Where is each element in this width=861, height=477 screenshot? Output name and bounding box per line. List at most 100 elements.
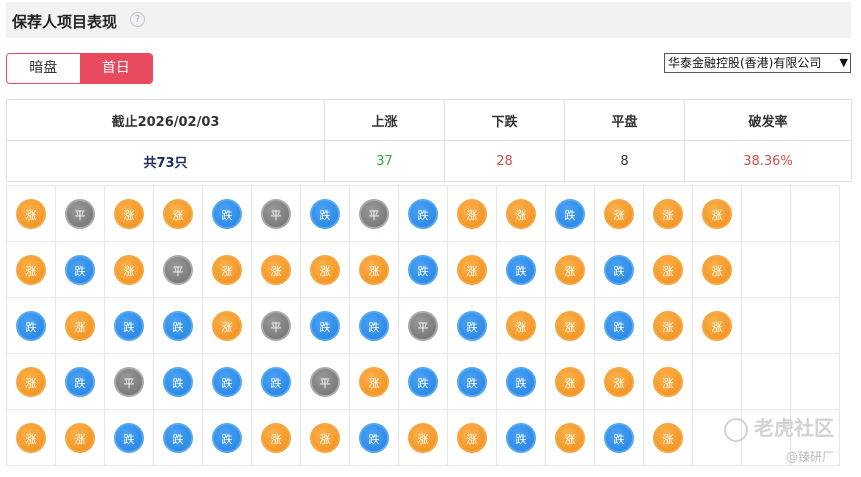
- result-coin-down-icon[interactable]: 跌: [310, 198, 340, 229]
- grid-cell: 跌: [153, 409, 203, 466]
- result-coin-down-icon[interactable]: 跌: [212, 198, 242, 229]
- result-coin-flat-icon[interactable]: 平: [261, 198, 291, 229]
- result-coin-up-icon[interactable]: 涨: [555, 310, 585, 341]
- grid-cell: 涨: [6, 409, 56, 466]
- grid-cell: 平: [104, 353, 154, 410]
- grid-cell: [741, 353, 791, 410]
- result-coin-up-icon[interactable]: 涨: [16, 254, 46, 285]
- result-coin-down-icon[interactable]: 跌: [359, 422, 389, 453]
- result-coin-down-icon[interactable]: 跌: [408, 254, 438, 285]
- result-coin-down-icon[interactable]: 跌: [408, 198, 438, 229]
- result-coin-up-icon[interactable]: 涨: [555, 422, 585, 453]
- result-coin-flat-icon[interactable]: 平: [163, 254, 193, 285]
- grid-cell: 跌: [104, 297, 154, 354]
- result-coin-flat-icon[interactable]: 平: [408, 310, 438, 341]
- result-coin-down-icon[interactable]: 跌: [163, 310, 193, 341]
- grid-cell: 平: [251, 297, 301, 354]
- result-coin-down-icon[interactable]: 跌: [163, 366, 193, 397]
- result-coin-down-icon[interactable]: 跌: [604, 254, 634, 285]
- broker-select[interactable]: 华泰金融控股(香港)有限公司 ▼: [664, 53, 851, 73]
- result-coin-down-icon[interactable]: 跌: [212, 366, 242, 397]
- result-coin-up-icon[interactable]: 涨: [114, 254, 144, 285]
- grid-cell: 跌: [300, 185, 350, 242]
- result-coin-up-icon[interactable]: 涨: [506, 198, 536, 229]
- grid-cell: 跌: [153, 297, 203, 354]
- result-coin-up-icon[interactable]: 涨: [261, 254, 291, 285]
- grid-cell: 跌: [251, 353, 301, 410]
- result-coin-down-icon[interactable]: 跌: [506, 254, 536, 285]
- grid-cell: 涨: [643, 297, 693, 354]
- result-coin-down-icon[interactable]: 跌: [114, 310, 144, 341]
- result-coin-up-icon[interactable]: 涨: [604, 198, 634, 229]
- grid-cell: 跌: [349, 409, 399, 466]
- grid-cell: 涨: [349, 241, 399, 298]
- result-coin-up-icon[interactable]: 涨: [310, 254, 340, 285]
- result-coin-flat-icon[interactable]: 平: [65, 198, 95, 229]
- result-coin-up-icon[interactable]: 涨: [653, 198, 683, 229]
- result-coin-down-icon[interactable]: 跌: [604, 310, 634, 341]
- grid-cell: 涨: [594, 185, 644, 242]
- result-coin-down-icon[interactable]: 跌: [261, 366, 291, 397]
- result-coin-up-icon[interactable]: 涨: [359, 254, 389, 285]
- result-coin-down-icon[interactable]: 跌: [212, 422, 242, 453]
- tab-first-day[interactable]: 首日: [79, 54, 152, 83]
- result-coin-flat-icon[interactable]: 平: [114, 366, 144, 397]
- result-coin-down-icon[interactable]: 跌: [457, 366, 487, 397]
- result-coin-up-icon[interactable]: 涨: [653, 254, 683, 285]
- result-coin-down-icon[interactable]: 跌: [457, 310, 487, 341]
- result-coin-up-icon[interactable]: 涨: [653, 366, 683, 397]
- result-coin-flat-icon[interactable]: 平: [359, 198, 389, 229]
- result-coin-up-icon[interactable]: 涨: [65, 310, 95, 341]
- result-coin-up-icon[interactable]: 涨: [457, 198, 487, 229]
- result-coin-down-icon[interactable]: 跌: [506, 422, 536, 453]
- result-coin-down-icon[interactable]: 跌: [506, 366, 536, 397]
- result-coin-up-icon[interactable]: 涨: [212, 254, 242, 285]
- result-coin-down-icon[interactable]: 跌: [65, 254, 95, 285]
- result-coin-up-icon[interactable]: 涨: [653, 310, 683, 341]
- result-coin-down-icon[interactable]: 跌: [16, 310, 46, 341]
- grid-cell: 跌: [104, 409, 154, 466]
- result-coin-down-icon[interactable]: 跌: [114, 422, 144, 453]
- summary-value-row: 共73只 37 28 8 38.36%: [6, 140, 852, 182]
- grid-cell: 涨: [349, 353, 399, 410]
- result-coin-up-icon[interactable]: 涨: [555, 366, 585, 397]
- result-coin-flat-icon[interactable]: 平: [261, 310, 291, 341]
- result-coin-up-icon[interactable]: 涨: [702, 254, 732, 285]
- result-coin-up-icon[interactable]: 涨: [261, 422, 291, 453]
- grid-row: 涨跌涨平涨涨涨涨跌涨跌涨跌涨涨: [6, 241, 840, 298]
- result-coin-up-icon[interactable]: 涨: [604, 366, 634, 397]
- tab-dark-pool[interactable]: 暗盘: [7, 54, 80, 83]
- result-coin-up-icon[interactable]: 涨: [457, 422, 487, 453]
- result-coin-up-icon[interactable]: 涨: [506, 310, 536, 341]
- result-coin-up-icon[interactable]: 涨: [114, 198, 144, 229]
- result-coin-up-icon[interactable]: 涨: [16, 422, 46, 453]
- result-coin-down-icon[interactable]: 跌: [163, 422, 193, 453]
- result-coin-up-icon[interactable]: 涨: [457, 254, 487, 285]
- result-coin-up-icon[interactable]: 涨: [16, 198, 46, 229]
- grid-cell: 涨: [545, 353, 595, 410]
- help-icon[interactable]: ?: [130, 12, 145, 27]
- result-coin-down-icon[interactable]: 跌: [555, 198, 585, 229]
- result-coin-up-icon[interactable]: 涨: [555, 254, 585, 285]
- result-coin-up-icon[interactable]: 涨: [408, 422, 438, 453]
- grid-row: 涨涨跌跌跌涨涨跌涨涨跌涨跌涨: [6, 409, 840, 466]
- result-coin-up-icon[interactable]: 涨: [653, 422, 683, 453]
- grid-cell: 涨: [447, 185, 497, 242]
- result-coin-up-icon[interactable]: 涨: [702, 198, 732, 229]
- result-coin-down-icon[interactable]: 跌: [604, 422, 634, 453]
- result-coin-up-icon[interactable]: 涨: [16, 366, 46, 397]
- grid-cell: 涨: [398, 409, 448, 466]
- result-coin-up-icon[interactable]: 涨: [359, 366, 389, 397]
- result-coin-up-icon[interactable]: 涨: [163, 198, 193, 229]
- result-coin-up-icon[interactable]: 涨: [212, 310, 242, 341]
- result-coin-up-icon[interactable]: 涨: [702, 310, 732, 341]
- result-coin-down-icon[interactable]: 跌: [359, 310, 389, 341]
- watermark-handle: @臻研厂: [786, 450, 835, 464]
- result-coin-flat-icon[interactable]: 平: [310, 366, 340, 397]
- result-coin-down-icon[interactable]: 跌: [65, 366, 95, 397]
- result-coin-up-icon[interactable]: 涨: [310, 422, 340, 453]
- result-coin-down-icon[interactable]: 跌: [408, 366, 438, 397]
- summary-header-row: 截止2026/02/03 上涨 下跌 平盘 破发率: [6, 99, 852, 141]
- result-coin-down-icon[interactable]: 跌: [310, 310, 340, 341]
- result-coin-up-icon[interactable]: 涨: [65, 422, 95, 453]
